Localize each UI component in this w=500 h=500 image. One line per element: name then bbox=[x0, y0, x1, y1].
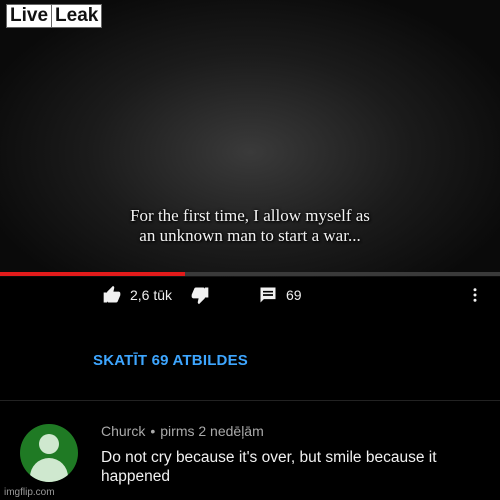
comment-time: pirms 2 nedēļām bbox=[160, 423, 264, 439]
comment-item: Churck • pirms 2 nedēļām Do not cry becaus… bbox=[0, 412, 500, 500]
dislike-button[interactable] bbox=[190, 281, 210, 309]
reply-count: 69 bbox=[286, 287, 302, 303]
avatar-body-shape bbox=[30, 458, 68, 482]
video-frame[interactable]: Live Leak For the first time, I allow my… bbox=[0, 0, 500, 277]
reply-button[interactable]: 69 bbox=[258, 281, 302, 309]
watermark-leak-text: Leak bbox=[52, 4, 103, 28]
view-replies-link[interactable]: SKATĪT 69 ATBILDES bbox=[93, 352, 248, 369]
more-vertical-icon bbox=[473, 288, 477, 302]
subtitle-line-2: an unknown man to start a war... bbox=[139, 226, 361, 245]
like-button[interactable]: 2,6 tūk bbox=[102, 281, 172, 309]
section-divider bbox=[0, 400, 500, 401]
like-count: 2,6 tūk bbox=[130, 287, 173, 303]
thumbs-down-icon bbox=[191, 287, 209, 305]
video-subtitle: For the first time, I allow myself as an… bbox=[0, 206, 500, 246]
avatar[interactable] bbox=[20, 424, 78, 482]
comment-meta: Churck • pirms 2 nedēļām bbox=[101, 423, 264, 439]
meta-separator: • bbox=[150, 423, 156, 439]
liveleak-watermark: Live Leak bbox=[6, 4, 103, 28]
imgflip-watermark: imgflip.com bbox=[4, 487, 55, 498]
comment-text: Do not cry because it's over, but smile … bbox=[101, 449, 437, 485]
comment-icon bbox=[260, 287, 276, 303]
comment-action-bar: 2,6 tūk 69 bbox=[0, 281, 500, 309]
more-options-button[interactable] bbox=[466, 281, 484, 309]
watermark-live-text: Live bbox=[6, 4, 53, 28]
comment-author[interactable]: Churck bbox=[101, 423, 145, 439]
thumbs-up-icon bbox=[103, 285, 121, 303]
video-progress-bar[interactable] bbox=[0, 272, 500, 276]
subtitle-line-1: For the first time, I allow myself as bbox=[130, 206, 370, 225]
video-progress-fill bbox=[0, 272, 185, 276]
avatar-head-shape bbox=[39, 434, 59, 454]
